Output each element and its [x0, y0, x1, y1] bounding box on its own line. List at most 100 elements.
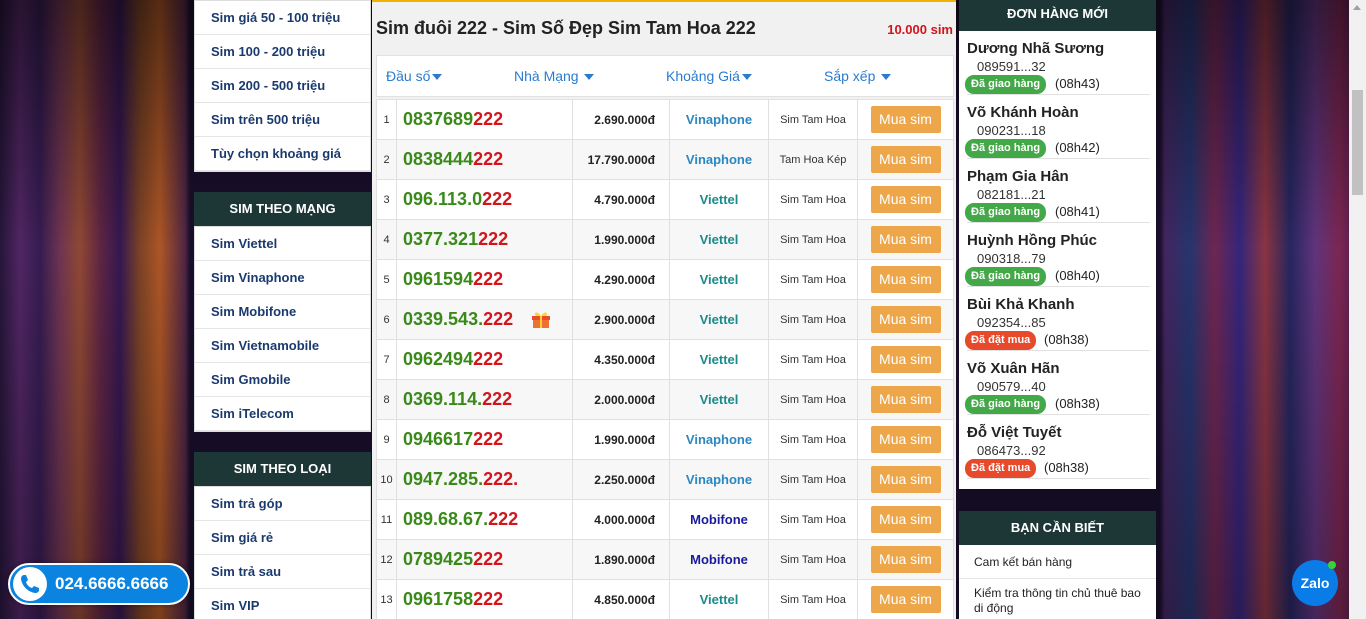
order-phone: 090231...18	[977, 123, 1046, 138]
info-link[interactable]: Kiểm tra thông tin chủ thuê bao di động	[959, 578, 1156, 616]
sim-price: 4.350.000đ	[572, 339, 670, 380]
sim-number[interactable]: 0369.114.222	[396, 379, 573, 420]
buy-cell: Mua sim	[857, 219, 954, 260]
buy-sim-button[interactable]: Mua sim	[870, 426, 941, 453]
sidebar-item[interactable]: Sim trả góp	[195, 487, 370, 521]
filter-prefix[interactable]: Đầu số	[386, 68, 443, 84]
sim-network: Viettel	[669, 219, 769, 260]
buy-sim-button[interactable]: Mua sim	[870, 186, 941, 213]
buy-sim-button[interactable]: Mua sim	[870, 466, 941, 493]
filter-label: Khoảng Giá	[666, 68, 740, 84]
buy-sim-button[interactable]: Mua sim	[870, 546, 941, 573]
sim-network: Viettel	[669, 579, 769, 619]
caret-down-icon	[741, 74, 752, 81]
buy-sim-button[interactable]: Mua sim	[870, 586, 941, 613]
sim-number-tail: 222	[473, 549, 504, 569]
sim-number[interactable]: 0377.321222	[396, 219, 573, 260]
sim-number-tail: 222	[482, 389, 513, 409]
buy-sim-button[interactable]: Mua sim	[870, 226, 941, 253]
buy-sim-button[interactable]: Mua sim	[870, 346, 941, 373]
sim-number[interactable]: 0837689222	[396, 99, 573, 140]
phone-icon	[13, 567, 47, 601]
sim-number[interactable]: 0946617222	[396, 419, 573, 460]
hotline-button[interactable]: 024.6666.6666	[8, 563, 190, 605]
buy-cell: Mua sim	[857, 139, 954, 180]
network-filter-list: Sim Viettel Sim Vinaphone Sim Mobifone Sim …	[194, 226, 371, 432]
sim-number[interactable]: 0339.543.222	[396, 299, 573, 340]
sim-number[interactable]: 0947.285.222.	[396, 459, 573, 500]
sim-number-head: 0339.543.	[403, 309, 484, 329]
sim-number-head: 0947.285.	[403, 469, 484, 489]
sidebar-item[interactable]: Sim iTelecom	[195, 397, 370, 431]
filter-network[interactable]: Nhà Mạng	[514, 68, 595, 84]
filter-label: Đầu số	[386, 68, 431, 84]
order-time: (08h38)	[1044, 332, 1089, 347]
order-item: Phạm Gia Hân 082181...21 Đã giao hàng (08h4…	[965, 159, 1150, 223]
sim-number[interactable]: 0961758222	[396, 579, 573, 619]
filter-bar: Đầu số Nhà Mạng Khoảng Giá Sắp xếp	[376, 55, 954, 97]
sim-number-head: 0837689	[403, 109, 474, 129]
sim-number[interactable]: 0838444222	[396, 139, 573, 180]
sim-network: Vinaphone	[669, 139, 769, 180]
sidebar-item[interactable]: Sim Viettel	[195, 227, 370, 261]
top-accent-line	[372, 0, 956, 2]
sim-table: 1 0837689222 2.690.000đ Vinaphone Sim Tam Ho…	[376, 99, 954, 619]
order-time: (08h41)	[1055, 204, 1100, 219]
buy-cell: Mua sim	[857, 579, 954, 619]
sim-type: Tam Hoa Kép	[768, 139, 858, 180]
row-index: 9	[376, 419, 397, 460]
buy-sim-button[interactable]: Mua sim	[870, 506, 941, 533]
buy-sim-button[interactable]: Mua sim	[870, 106, 941, 133]
sim-number-head: 0377.321	[403, 229, 479, 249]
scroll-thumb[interactable]	[1352, 90, 1363, 195]
row-index: 7	[376, 339, 397, 380]
buy-sim-button[interactable]: Mua sim	[870, 386, 941, 413]
sidebar-item[interactable]: Sim Vinaphone	[195, 261, 370, 295]
filter-label: Sắp xếp	[824, 68, 876, 84]
buy-cell: Mua sim	[857, 499, 954, 540]
buy-sim-button[interactable]: Mua sim	[870, 146, 941, 173]
zalo-chat-button[interactable]: Zalo	[1292, 560, 1338, 606]
zalo-label: Zalo	[1300, 575, 1330, 591]
sim-network: Mobifone	[669, 539, 769, 580]
orders-header: ĐƠN HÀNG MỚI	[959, 0, 1156, 31]
table-row: 3 096.113.0222 4.790.000đ Viettel Sim Tam Ho…	[376, 179, 954, 220]
filter-sort[interactable]: Sắp xếp	[824, 68, 892, 84]
info-link[interactable]: Cam kết bán hàng	[959, 545, 1156, 570]
sim-price: 1.890.000đ	[572, 539, 670, 580]
scroll-up-arrow-icon[interactable]	[1353, 5, 1361, 10]
table-row: 11 089.68.67.222 4.000.000đ Mobifone Sim Tam…	[376, 499, 954, 540]
sidebar-item[interactable]: Sim 200 - 500 triệu	[195, 69, 370, 103]
sidebar-item[interactable]: Sim VIP	[195, 589, 370, 619]
buy-sim-button[interactable]: Mua sim	[870, 306, 941, 333]
sim-number[interactable]: 096.113.0222	[396, 179, 573, 220]
sim-price: 4.850.000đ	[572, 579, 670, 619]
sim-number[interactable]: 0789425222	[396, 539, 573, 580]
order-status-badge: Đã đặt mua	[965, 331, 1037, 350]
sim-number[interactable]: 089.68.67.222	[396, 499, 573, 540]
buy-sim-button[interactable]: Mua sim	[870, 266, 941, 293]
sim-number[interactable]: 0961594222	[396, 259, 573, 300]
sidebar-item[interactable]: Sim Mobifone	[195, 295, 370, 329]
page-scrollbar[interactable]	[1349, 0, 1366, 619]
filter-price-range[interactable]: Khoảng Giá	[666, 68, 752, 84]
order-time: (08h40)	[1055, 268, 1100, 283]
sim-number[interactable]: 0962494222	[396, 339, 573, 380]
sidebar-item[interactable]: Sim Vietnamobile	[195, 329, 370, 363]
sim-number-head: 096.113.0	[403, 189, 483, 209]
sidebar-item[interactable]: Tùy chọn khoảng giá	[195, 137, 370, 171]
sim-network: Vinaphone	[669, 419, 769, 460]
order-status-badge: Đã giao hàng	[965, 203, 1047, 222]
sidebar-item[interactable]: Sim giá rẻ	[195, 521, 370, 555]
orders-list: Dương Nhã Sương 089591...32 Đã giao hàng (0…	[959, 31, 1156, 489]
sim-number-tail: 222	[482, 189, 513, 209]
order-status-badge: Đã giao hàng	[965, 139, 1047, 158]
sidebar-item[interactable]: Sim giá 50 - 100 triệu	[195, 1, 370, 35]
sidebar-item[interactable]: Sim Gmobile	[195, 363, 370, 397]
sim-number-tail: 222	[473, 109, 504, 129]
sidebar-item[interactable]: Sim trên 500 triệu	[195, 103, 370, 137]
buy-cell: Mua sim	[857, 539, 954, 580]
sim-type: Sim Tam Hoa	[768, 299, 858, 340]
sidebar-item[interactable]: Sim 100 - 200 triệu	[195, 35, 370, 69]
sidebar-item[interactable]: Sim trả sau	[195, 555, 370, 589]
